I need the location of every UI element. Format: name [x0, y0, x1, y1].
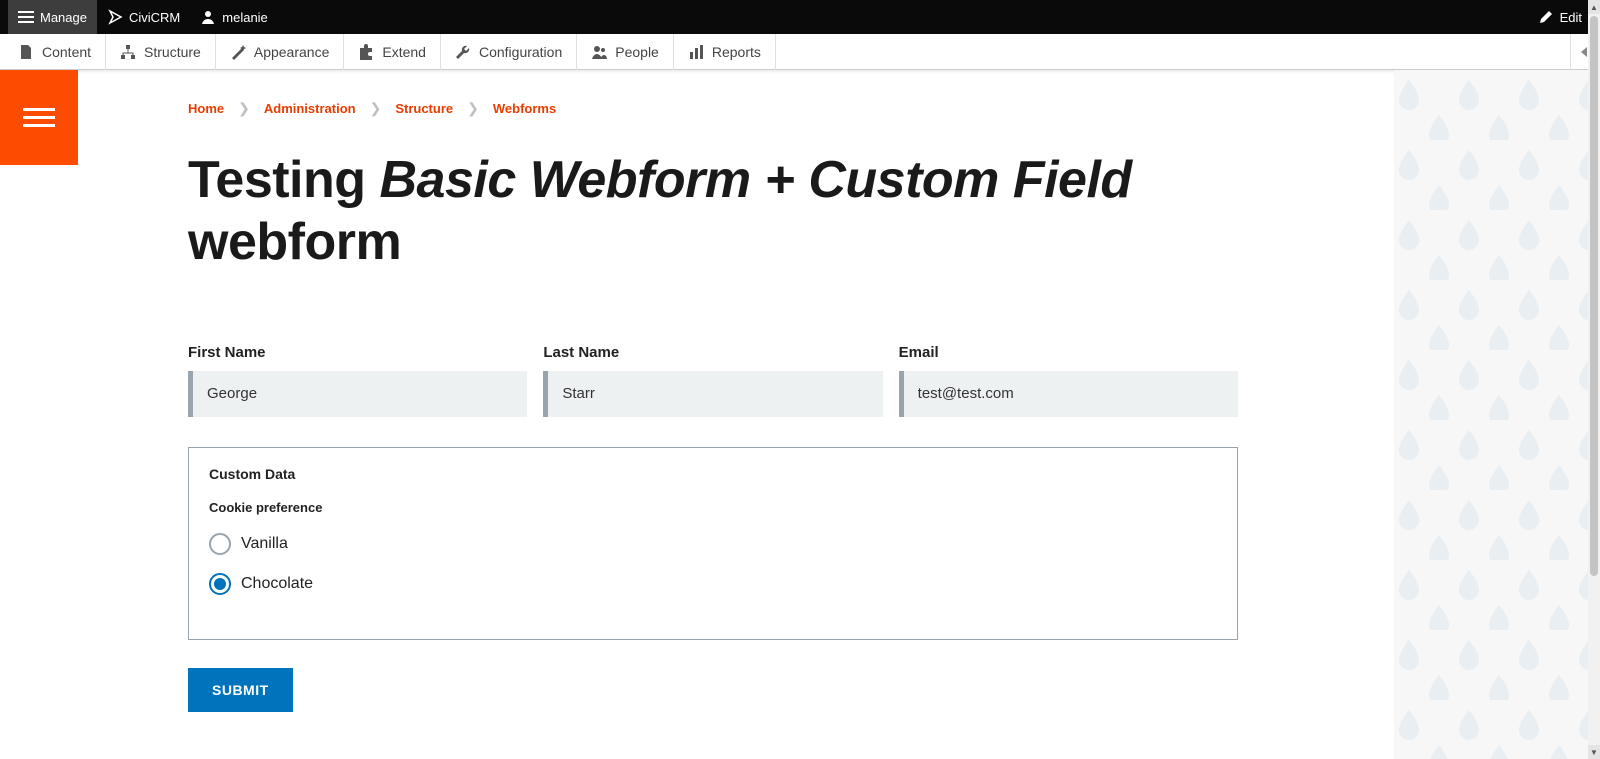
- menu-structure-label: Structure: [144, 44, 201, 60]
- radio-chocolate-label: Chocolate: [241, 575, 313, 593]
- last-name-label: Last Name: [543, 344, 882, 361]
- title-post: webform: [188, 213, 401, 271]
- edit-button[interactable]: Edit: [1528, 0, 1592, 34]
- page-icon: [18, 44, 34, 60]
- first-name-label: First Name: [188, 344, 527, 361]
- custom-data-legend: Custom Data: [209, 466, 1217, 482]
- sitemap-icon: [120, 44, 136, 60]
- puzzle-icon: [358, 44, 374, 60]
- radio-vanilla-label: Vanilla: [241, 535, 288, 553]
- page-title: Testing Basic Webform + Custom Field web…: [188, 149, 1188, 274]
- scroll-up-icon[interactable]: ▲: [1588, 0, 1600, 14]
- breadcrumb-link[interactable]: Structure: [395, 101, 453, 116]
- menu-appearance-label: Appearance: [254, 44, 330, 60]
- breadcrumb-link[interactable]: Home: [188, 101, 224, 116]
- hamburger-icon: [18, 8, 34, 26]
- admin-menu: Content Structure Appearance Extend Conf…: [0, 34, 1600, 70]
- menu-people-label: People: [615, 44, 659, 60]
- title-pre: Testing: [188, 151, 379, 209]
- menu-structure[interactable]: Structure: [106, 34, 216, 70]
- wrench-icon: [455, 44, 471, 60]
- site-menu-toggle[interactable]: [0, 70, 78, 165]
- first-name-field: First Name: [188, 344, 527, 417]
- breadcrumb-link[interactable]: Webforms: [493, 101, 556, 116]
- vertical-scrollbar[interactable]: ▲ ▼: [1588, 0, 1600, 759]
- first-name-input[interactable]: [193, 371, 527, 417]
- people-icon: [591, 44, 607, 60]
- cookie-preference-label: Cookie preference: [209, 500, 1217, 515]
- last-name-input[interactable]: [548, 371, 882, 417]
- menu-appearance[interactable]: Appearance: [216, 34, 345, 70]
- chevron-right-icon: ❯: [370, 100, 382, 117]
- edit-label: Edit: [1560, 10, 1582, 25]
- submit-button[interactable]: SUBMIT: [188, 668, 293, 712]
- civicrm-label: CiviCRM: [129, 10, 180, 25]
- title-em: Basic Webform + Custom Field: [379, 151, 1131, 209]
- menu-extend-label: Extend: [382, 44, 426, 60]
- menu-content[interactable]: Content: [4, 34, 106, 70]
- page-content: Home ❯ Administration ❯ Structure ❯ Webf…: [78, 70, 1390, 759]
- email-input[interactable]: [904, 371, 1238, 417]
- email-field: Email: [899, 344, 1238, 417]
- hamburger-icon: [23, 103, 55, 132]
- menu-configuration-label: Configuration: [479, 44, 562, 60]
- chevron-right-icon: ❯: [467, 100, 479, 117]
- admin-topbar: Manage CiviCRM melanie Edit: [0, 0, 1600, 34]
- scroll-thumb[interactable]: [1590, 16, 1598, 576]
- bars-icon: [688, 44, 704, 60]
- webform: First Name Last Name Email Custom Data C…: [188, 344, 1238, 712]
- menu-reports-label: Reports: [712, 44, 761, 60]
- scroll-down-icon[interactable]: ▼: [1588, 745, 1600, 759]
- wand-icon: [230, 44, 246, 60]
- radio-icon: [209, 533, 231, 555]
- menu-reports[interactable]: Reports: [674, 34, 776, 70]
- radio-chocolate[interactable]: Chocolate: [209, 573, 1217, 595]
- user-label: melanie: [222, 10, 268, 25]
- civicrm-link[interactable]: CiviCRM: [97, 0, 190, 34]
- menu-configuration[interactable]: Configuration: [441, 34, 577, 70]
- decorative-pattern: [1394, 70, 1588, 759]
- breadcrumb: Home ❯ Administration ❯ Structure ❯ Webf…: [188, 100, 1390, 117]
- pencil-icon: [1538, 9, 1554, 25]
- menu-people[interactable]: People: [577, 34, 674, 70]
- email-label: Email: [899, 344, 1238, 361]
- radio-icon: [209, 573, 231, 595]
- menu-extend[interactable]: Extend: [344, 34, 441, 70]
- breadcrumb-link[interactable]: Administration: [264, 101, 356, 116]
- civicrm-icon: [107, 9, 123, 25]
- last-name-field: Last Name: [543, 344, 882, 417]
- manage-label: Manage: [40, 10, 87, 25]
- chevron-right-icon: ❯: [238, 100, 250, 117]
- field-row: First Name Last Name Email: [188, 344, 1238, 417]
- user-menu[interactable]: melanie: [190, 0, 278, 34]
- menu-content-label: Content: [42, 44, 91, 60]
- user-icon: [200, 9, 216, 25]
- radio-vanilla[interactable]: Vanilla: [209, 533, 1217, 555]
- manage-menu[interactable]: Manage: [8, 0, 97, 34]
- custom-data-fieldset: Custom Data Cookie preference Vanilla Ch…: [188, 447, 1238, 640]
